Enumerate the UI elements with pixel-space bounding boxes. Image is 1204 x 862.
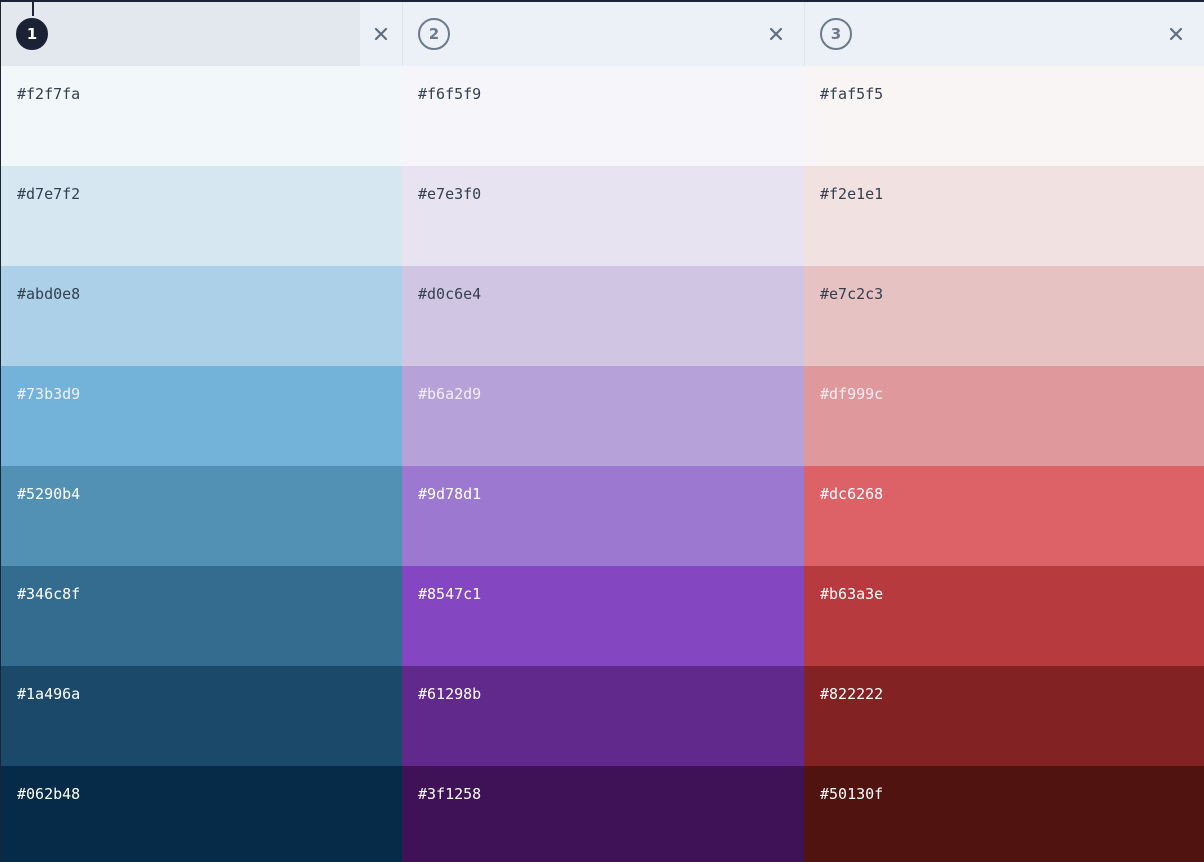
palette-number-badge: 3 xyxy=(820,18,852,50)
color-swatch[interactable]: #50130f xyxy=(804,766,1204,862)
palette-number-badge: 1 xyxy=(16,18,48,50)
swatch-list: #f2f7fa #d7e7f2 #abd0e8 #73b3d9 #5290b4 … xyxy=(1,66,402,862)
palette-column-1: 1 #f2f7fa #d7e7f2 #abd0e8 #73b3d9 #5290b… xyxy=(1,2,402,862)
swatch-list: #f6f5f9 #e7e3f0 #d0c6e4 #b6a2d9 #9d78d1 … xyxy=(402,66,804,862)
color-swatch[interactable]: #062b48 xyxy=(1,766,402,862)
color-swatch[interactable]: #3f1258 xyxy=(402,766,804,862)
color-swatch[interactable]: #8547c1 xyxy=(402,566,804,666)
color-swatch[interactable]: #e7c2c3 xyxy=(804,266,1204,366)
color-swatch[interactable]: #5290b4 xyxy=(1,466,402,566)
close-icon xyxy=(374,27,388,41)
palette-tab-2[interactable]: 2 xyxy=(403,2,748,66)
palette-number-badge: 2 xyxy=(418,18,450,50)
color-swatch[interactable]: #dc6268 xyxy=(804,466,1204,566)
color-swatch[interactable]: #f2f7fa xyxy=(1,66,402,166)
color-swatch[interactable]: #f6f5f9 xyxy=(402,66,804,166)
color-swatch[interactable]: #822222 xyxy=(804,666,1204,766)
color-swatch[interactable]: #73b3d9 xyxy=(1,366,402,466)
close-palette-button[interactable] xyxy=(1148,2,1204,66)
close-icon xyxy=(769,27,783,41)
color-swatch[interactable]: #9d78d1 xyxy=(402,466,804,566)
color-swatch[interactable]: #b63a3e xyxy=(804,566,1204,666)
color-swatch[interactable]: #e7e3f0 xyxy=(402,166,804,266)
palette-column-2: 2 #f6f5f9 #e7e3f0 #d0c6e4 #b6a2d9 #9d78d… xyxy=(402,2,804,862)
close-icon xyxy=(1169,27,1183,41)
color-swatch[interactable]: #61298b xyxy=(402,666,804,766)
color-swatch[interactable]: #faf5f5 xyxy=(804,66,1204,166)
palette-tab-header: 2 xyxy=(402,2,804,66)
color-swatch[interactable]: #abd0e8 xyxy=(1,266,402,366)
palette-tab-header: 1 xyxy=(1,2,402,66)
color-swatch[interactable]: #346c8f xyxy=(1,566,402,666)
palette-tab-3[interactable]: 3 xyxy=(805,2,1148,66)
palette-board: 1 #f2f7fa #d7e7f2 #abd0e8 #73b3d9 #5290b… xyxy=(0,0,1204,862)
color-swatch[interactable]: #b6a2d9 xyxy=(402,366,804,466)
color-swatch[interactable]: #df999c xyxy=(804,366,1204,466)
close-palette-button[interactable] xyxy=(360,2,402,66)
color-swatch[interactable]: #d7e7f2 xyxy=(1,166,402,266)
top-notch-marker xyxy=(32,2,34,16)
palette-tab-header: 3 xyxy=(804,2,1204,66)
color-swatch[interactable]: #1a496a xyxy=(1,666,402,766)
palette-column-3: 3 #faf5f5 #f2e1e1 #e7c2c3 #df999c #dc626… xyxy=(804,2,1204,862)
color-swatch[interactable]: #f2e1e1 xyxy=(804,166,1204,266)
close-palette-button[interactable] xyxy=(748,2,804,66)
palette-tab-1[interactable]: 1 xyxy=(1,2,360,66)
color-swatch[interactable]: #d0c6e4 xyxy=(402,266,804,366)
swatch-list: #faf5f5 #f2e1e1 #e7c2c3 #df999c #dc6268 … xyxy=(804,66,1204,862)
